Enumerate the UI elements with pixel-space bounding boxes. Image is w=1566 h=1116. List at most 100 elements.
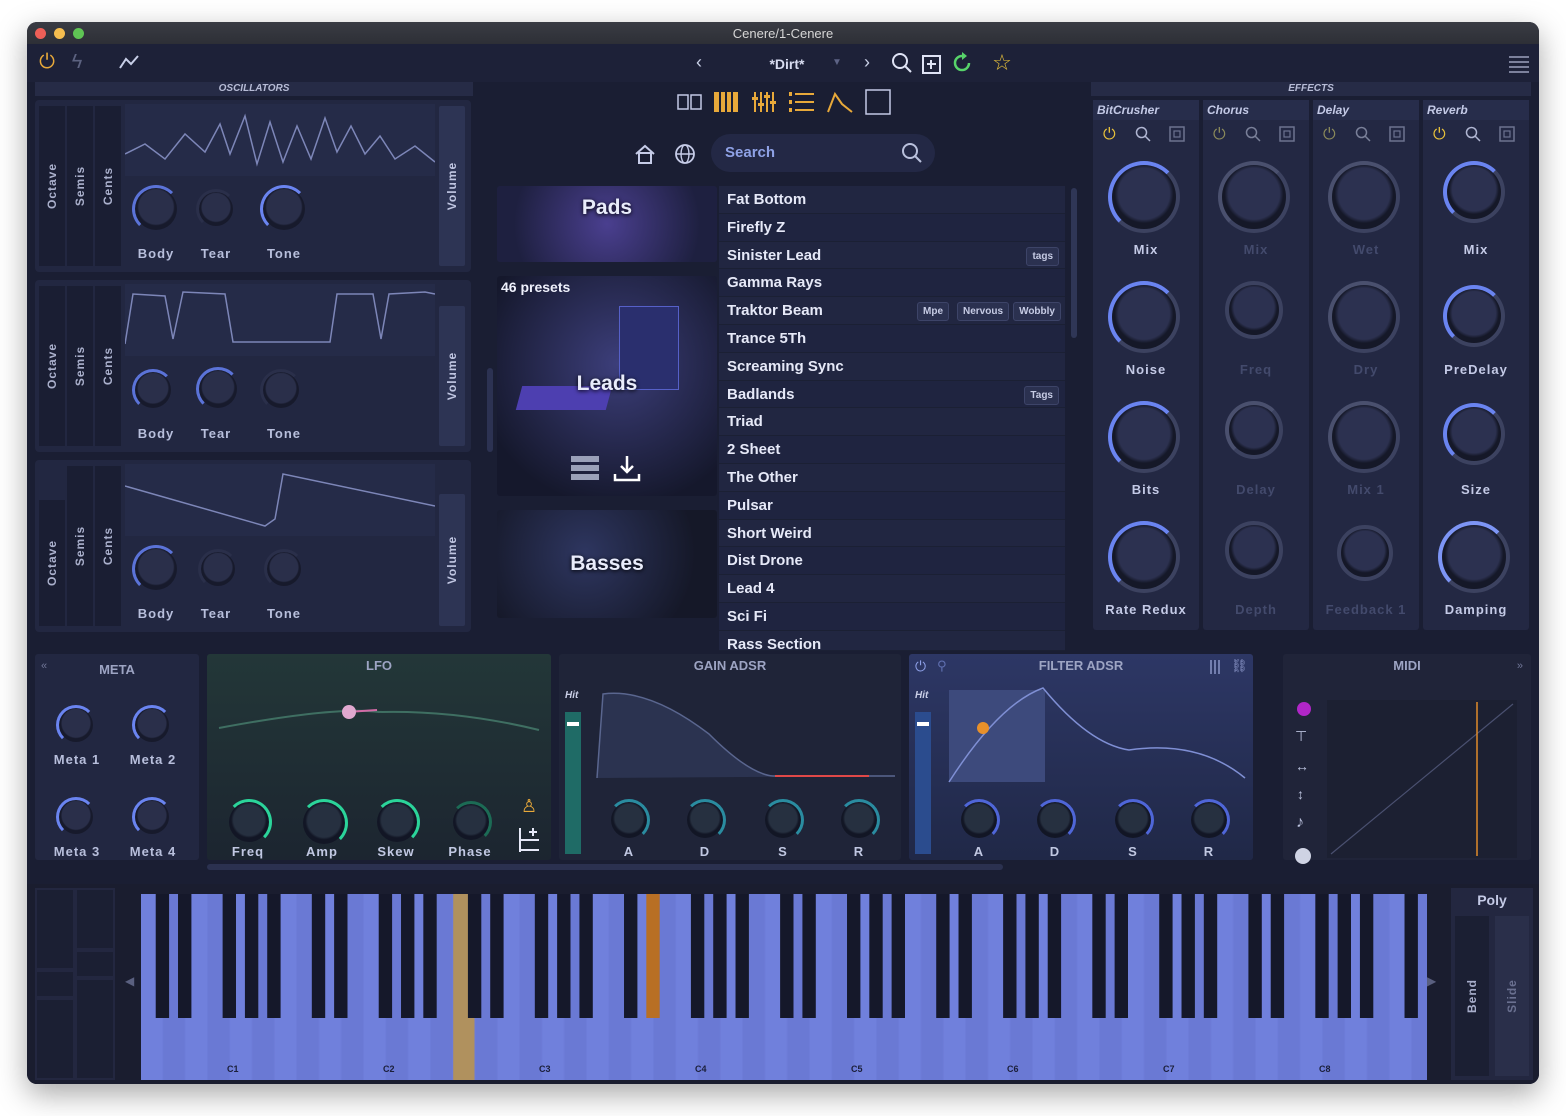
cents-control[interactable]: Cents [101, 527, 115, 565]
preset-row[interactable]: Fat Bottom [719, 186, 1065, 214]
filter-envelope[interactable] [939, 684, 1249, 784]
record-icon[interactable] [1297, 702, 1311, 716]
body-knob[interactable] [132, 185, 180, 233]
black-key[interactable] [802, 894, 816, 1018]
home-icon[interactable] [631, 140, 659, 168]
category-pads[interactable]: Pads [497, 186, 717, 262]
black-key[interactable] [958, 894, 972, 1018]
tear-knob[interactable] [198, 549, 238, 589]
preset-row[interactable]: Sinister Lead tags [719, 241, 1065, 270]
black-key[interactable] [624, 894, 638, 1018]
black-key[interactable] [1337, 894, 1351, 1018]
black-key[interactable] [155, 894, 170, 1018]
keyboard-view-icon[interactable] [711, 88, 741, 116]
filter-sustain-knob[interactable] [1112, 799, 1154, 841]
black-key[interactable] [1203, 894, 1218, 1018]
circle-icon[interactable] [1295, 848, 1311, 864]
gain-decay-knob[interactable] [684, 799, 726, 841]
tone-knob[interactable] [264, 549, 304, 589]
semis-control[interactable]: Semis [73, 346, 87, 386]
bypass-icon[interactable] [1169, 126, 1185, 147]
bypass-icon[interactable] [1279, 126, 1295, 147]
bolt-icon[interactable]: ϟ [65, 50, 89, 74]
black-key[interactable] [1092, 894, 1106, 1018]
black-key[interactable] [891, 894, 905, 1018]
black-key[interactable] [1159, 894, 1173, 1018]
preset-row[interactable]: 2 Sheet [719, 436, 1065, 464]
black-key[interactable] [1047, 894, 1062, 1018]
black-key[interactable] [1404, 894, 1418, 1018]
preset-row[interactable]: Pulsar [719, 491, 1065, 520]
list-icon[interactable] [571, 456, 599, 480]
black-key[interactable] [423, 894, 437, 1018]
preset-scrollbar[interactable] [1071, 188, 1077, 338]
prev-preset-button[interactable]: ‹ [687, 50, 711, 74]
add-point-icon[interactable] [517, 826, 541, 859]
black-key[interactable] [557, 894, 571, 1018]
add-preset-icon[interactable] [919, 50, 945, 76]
black-key[interactable] [735, 894, 749, 1018]
noise-knob[interactable] [1108, 281, 1180, 353]
hit-slider[interactable] [915, 712, 931, 854]
gain-attack-knob[interactable] [608, 799, 650, 841]
preset-tag[interactable]: Nervous [956, 302, 1009, 322]
effect-name[interactable]: Chorus [1203, 100, 1309, 120]
meta-4-knob[interactable] [132, 797, 172, 837]
hit-slider[interactable] [565, 712, 581, 854]
black-key[interactable] [780, 894, 794, 1018]
preset-row[interactable]: Badlands Tags [719, 380, 1065, 409]
power-icon[interactable]: ⏻ [1213, 126, 1226, 144]
black-key[interactable] [222, 894, 236, 1018]
body-knob[interactable] [132, 545, 180, 593]
gain-release-knob[interactable] [838, 799, 880, 841]
bend-wheel[interactable]: Bend [1455, 916, 1489, 1076]
preset-tag[interactable]: tags [1026, 246, 1059, 266]
rate-redux-knob[interactable] [1108, 521, 1180, 593]
black-key[interactable] [1181, 894, 1195, 1018]
mix-knob[interactable] [1108, 161, 1180, 233]
next-preset-button[interactable]: › [855, 50, 879, 74]
category-leads[interactable]: 46 presets Leads [497, 276, 717, 496]
preset-row[interactable]: Sci Fi [719, 602, 1065, 631]
volume-slider[interactable]: Volume [439, 306, 465, 446]
search-input[interactable]: Search [711, 134, 935, 172]
midi-curve[interactable] [1327, 700, 1517, 858]
power-icon[interactable]: ⏻ [35, 50, 59, 74]
globe-icon[interactable] [671, 140, 699, 168]
list-view-icon[interactable] [787, 88, 817, 116]
preset-tag[interactable]: Wobbly [1013, 302, 1061, 322]
octave-up-icon[interactable]: ▶ [1427, 974, 1436, 988]
semis-control[interactable]: Semis [73, 526, 87, 566]
body-knob[interactable] [132, 369, 174, 411]
search-icon[interactable] [1465, 126, 1481, 147]
tear-knob[interactable] [196, 189, 236, 229]
minimize-button[interactable] [54, 28, 65, 39]
preset-row[interactable]: Trance 5Th [719, 324, 1065, 353]
volume-slider[interactable]: Volume [439, 106, 465, 266]
search-icon[interactable] [1245, 126, 1261, 147]
tone-knob[interactable] [260, 185, 308, 233]
black-key[interactable] [1270, 894, 1285, 1018]
power-icon[interactable]: ⏻ [1323, 126, 1336, 144]
meta-2-knob[interactable] [132, 705, 172, 745]
tear-knob[interactable] [196, 367, 240, 411]
macro-pad[interactable] [35, 888, 115, 1080]
effect-name[interactable]: BitCrusher [1093, 100, 1199, 120]
black-key[interactable] [311, 894, 326, 1018]
volume-slider[interactable]: Volume [439, 494, 465, 626]
blank-view-icon[interactable] [863, 88, 893, 116]
align-top-icon[interactable]: ⊤ [1295, 728, 1307, 745]
preset-row[interactable]: Lead 4 [719, 575, 1065, 603]
effect-name[interactable]: Reverb [1423, 100, 1529, 120]
black-key[interactable] [936, 894, 950, 1018]
gain-envelope[interactable] [589, 684, 899, 780]
black-key[interactable] [378, 894, 393, 1018]
black-key[interactable] [1114, 894, 1128, 1018]
preset-tag[interactable]: Tags [1024, 385, 1059, 405]
piano-keys-graphic[interactable] [141, 894, 1434, 1080]
preset-row[interactable]: Dist Drone [719, 547, 1065, 576]
freq-knob[interactable] [1225, 281, 1283, 339]
star-icon[interactable]: ☆ [989, 50, 1015, 76]
envelope-view-icon[interactable] [825, 88, 855, 116]
power-icon[interactable]: ⏻ [1103, 126, 1116, 144]
